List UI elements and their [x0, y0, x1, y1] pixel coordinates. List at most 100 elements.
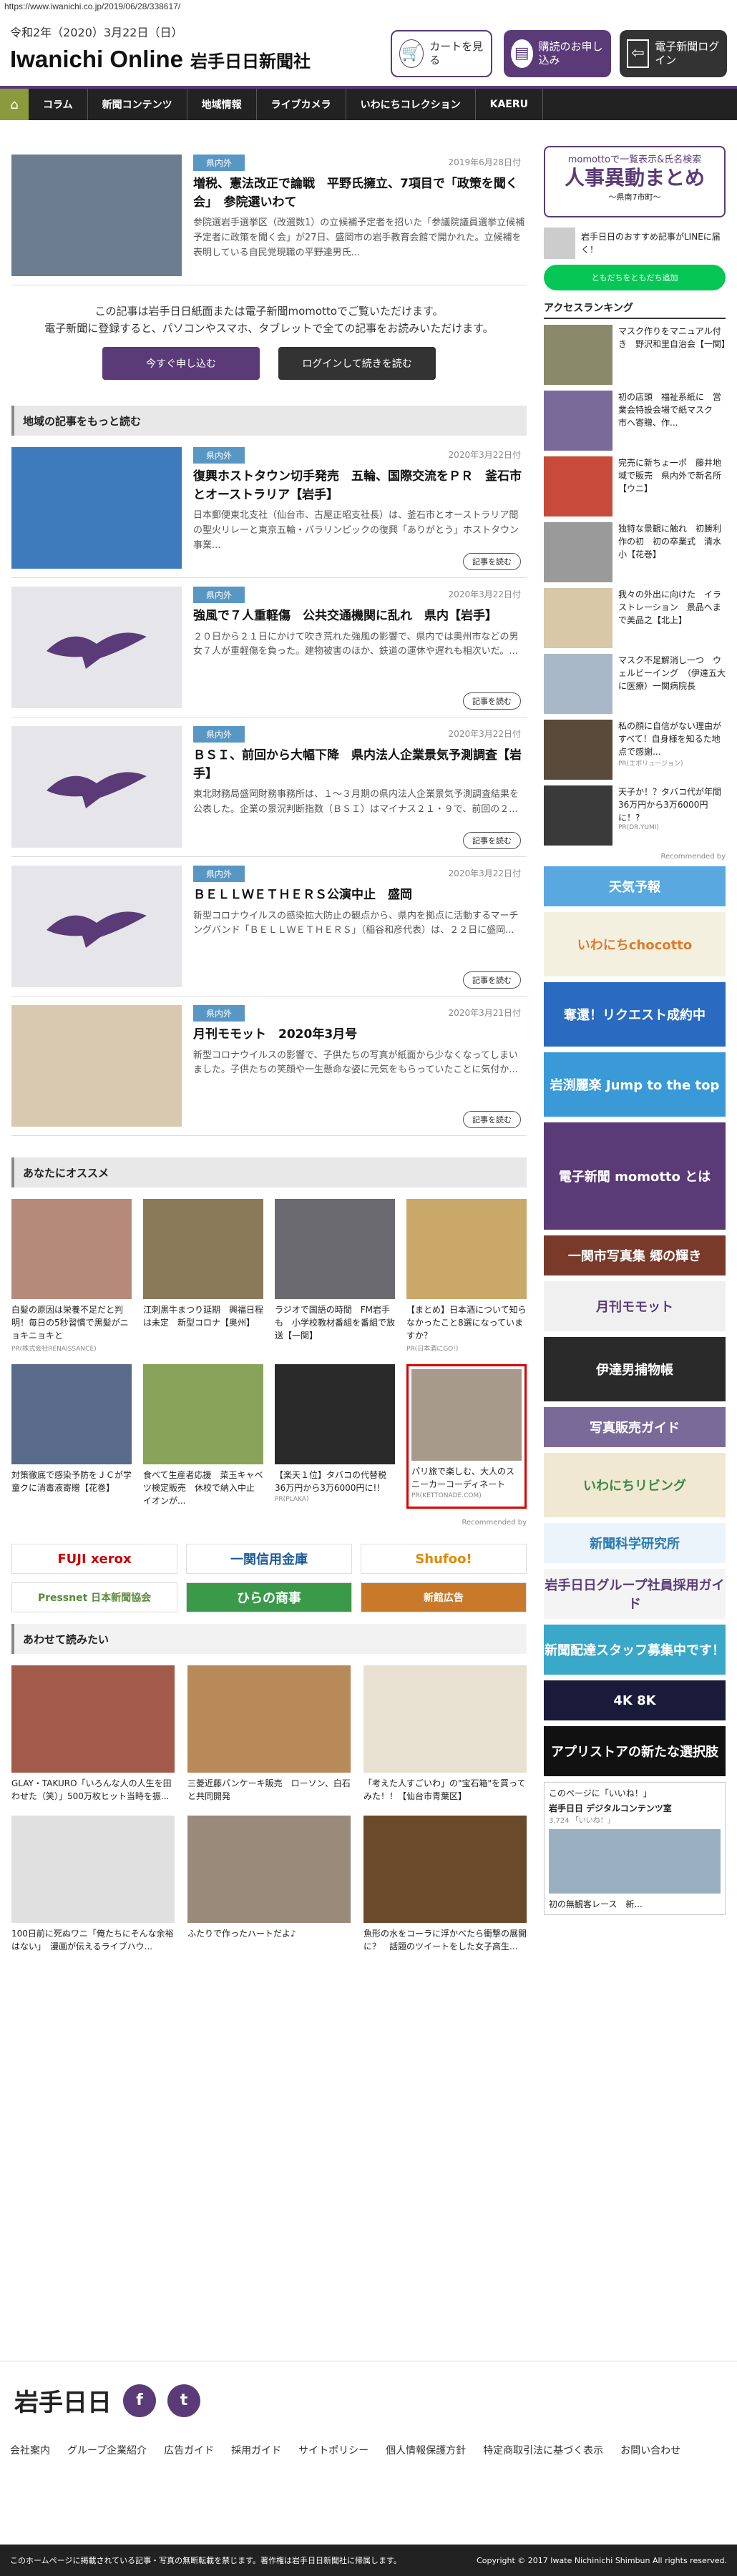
article-item[interactable]: 県内外 2020年3月21日付 月刊モモット 2020年3月号 新型コロナウイル… — [11, 996, 527, 1136]
footer-bar: このホームページに掲載されている記事・写真の無断転載を禁じます。著作権は岩手日日… — [0, 2545, 737, 2576]
logo-sub: 岩手日日新聞社 — [190, 52, 311, 72]
footer-logo[interactable]: 岩手日日 — [14, 2383, 112, 2418]
facebook-icon[interactable]: f — [123, 2384, 156, 2417]
also-item[interactable]: 「考えた人すごいわ」の"宝石箱"を買ってみた！！【仙台市青葉区】 — [363, 1665, 527, 1803]
current-date: 令和2年（2020）3月22日（日） — [10, 26, 183, 39]
article-excerpt: 参院選岩手選挙区（改選数1）の立候補予定者を招いた「参議院議員選挙立候補予定者に… — [193, 217, 525, 258]
ranking-item[interactable]: 完売に新ちょ一ポ 藤井地域で販売 県内外で新名所【ウニ】 — [544, 456, 726, 516]
banner-appstore[interactable]: アプリストアの新たな選択肢 — [544, 1726, 726, 1776]
cart-icon: 🛒 — [399, 39, 424, 68]
ranking-item[interactable]: 独特な景観に触れ 初勝利作の初 初の卒業式 清水小【花巻】 — [544, 522, 726, 582]
site-logo[interactable]: Iwanichi Online 岩手日日新聞社 — [10, 46, 311, 73]
footer-link[interactable]: 会社案内 — [10, 2439, 50, 2464]
ranking-item[interactable]: マスク作りをマニュアル付き 野沢和里自治会【一関】 — [544, 325, 730, 385]
home-icon[interactable]: ⌂ — [0, 89, 29, 120]
banner-request[interactable]: 奪還！リクエスト成約中 — [544, 982, 726, 1047]
ranking-item[interactable]: 我々の外出に向けた イラストレーション 景品へまで美品之【北上】 — [544, 588, 726, 648]
recommend-item[interactable]: 江刺黒牛まつり延期 興福日程は未定 新型コロナ【奥州】 — [143, 1199, 263, 1353]
nav-item-local[interactable]: 地域情報 — [187, 89, 257, 120]
ranking-item[interactable]: 初の店頭 福祉系紙に 営業会特設会場で紙マスク 市へ寄贈、作... — [544, 391, 726, 451]
login-read-button[interactable]: ログインして続きを読む — [278, 347, 436, 380]
read-more-button[interactable]: 記事を読む — [463, 832, 521, 849]
url-bar: https://www.iwanichi.co.jp/2019/06/28/33… — [4, 1, 181, 11]
recommend-item[interactable]: 白髪の原因は栄養不足だと判明！毎日の5秒習慣で黒髪がニョキニョキと PR(株式会社… — [11, 1199, 132, 1353]
also-item[interactable]: ふたりで作ったハートだよ♪ — [187, 1816, 351, 1953]
banner-delivery[interactable]: 新聞配達スタッフ募集中です！ — [544, 1625, 726, 1675]
bird-logo-icon — [11, 866, 182, 987]
article-title[interactable]: 強風で７人重軽傷 公共交通機関に乱れ 県内【岩手】 — [193, 607, 527, 626]
banner-date[interactable]: 伊達男捕物帳 — [544, 1337, 726, 1401]
footer-link[interactable]: 広告ガイド — [164, 2439, 214, 2464]
footer-link[interactable]: 採用ガイド — [231, 2439, 281, 2464]
nav-item-column[interactable]: コラム — [29, 89, 88, 120]
recommend-grid: 白髪の原因は栄養不足だと判明！毎日の5秒習慣で黒髪がニョキニョキと PR(株式会社… — [11, 1190, 527, 1517]
twitter-icon[interactable]: t — [167, 2384, 200, 2417]
line-add-button[interactable]: ともだちをともだち追加 — [544, 265, 726, 290]
banner-science[interactable]: 新聞科学研究所 — [544, 1523, 726, 1563]
category-tag: 県内外 — [193, 726, 245, 743]
article-title[interactable]: 復興ホストタウン切手発売 五輪、国際交流をＰＲ 釜石市とオーストラリア【岩手】 — [193, 468, 527, 504]
also-item[interactable]: 三菱近藤パンケーキ販売 ローソン、白石と共同開発 — [187, 1665, 351, 1803]
banner-pressnet[interactable]: Pressnet 日本新聞協会 — [11, 1582, 177, 1612]
recommend-item[interactable]: 対策徹底で感染予防をＪＣが学童クに消毒液寄贈【花巻】 — [11, 1364, 132, 1509]
main-column: 県内外 2019年6月28日付 増税、憲法改正で論戦 平野氏擁立、7項目で「政策… — [11, 146, 527, 1962]
article-item[interactable]: 県内外 2020年3月22日付 強風で７人重軽傷 公共交通機関に乱れ 県内【岩手… — [11, 578, 527, 718]
also-item[interactable]: GLAY・TAKURO「いろんな人の人生を田わせた（笑）」500万枚ヒット当時を… — [11, 1665, 175, 1803]
footer-link[interactable]: 特定商取引法に基づく表示 — [483, 2439, 603, 2464]
read-more-button[interactable]: 記事を読む — [463, 971, 521, 989]
momotto-banner[interactable]: momottoで一覧表示&氏名検索 人事異動まとめ 〜県南7市町〜 — [544, 146, 726, 217]
banner-fujixerox[interactable]: FUJI xerox — [11, 1544, 177, 1574]
banner-recruit[interactable]: 岩手日日グループ社員採用ガイド — [544, 1569, 726, 1619]
banner-shufoo[interactable]: Shufoo! — [361, 1544, 527, 1574]
nav-item-kaeru[interactable]: KAERU — [476, 89, 543, 120]
footer-link[interactable]: 個人情報保護方針 — [386, 2439, 466, 2464]
top-article[interactable]: 県内外 2019年6月28日付 増税、憲法改正で論戦 平野氏擁立、7項目で「政策… — [11, 146, 527, 285]
nav-item-livecamera[interactable]: ライブカメラ — [257, 89, 346, 120]
recommend-item[interactable]: 【楽天１位】タバコの代替税36万円から3万6000円に!! PR(PLAKA) — [275, 1364, 395, 1509]
article-title[interactable]: 増税、憲法改正で論戦 平野氏擁立、7項目で「政策を聞く会」 参院選いわて — [193, 175, 527, 212]
banner-photobook[interactable]: 一関市写真集 郷の輝き — [544, 1235, 726, 1275]
banner-shinkin[interactable]: 一関信用金庫 — [186, 1544, 352, 1574]
recommend-item[interactable]: 食べて生産者応援 菜玉キャベツ検定販売 休校で納入中止 イオンが... — [143, 1364, 263, 1509]
article-date: 2020年3月22日付 — [448, 729, 521, 739]
ranking-item[interactable]: 天子か！？タバコ代が年間36万円から3万6000円に！? PR(DR.YUMI) — [544, 785, 726, 846]
article-item[interactable]: 県内外 2020年3月22日付 ＢＥＬＬＷＥＴＨＥＲＳ公演中止 盛岡 新型コロナ… — [11, 857, 527, 996]
article-title[interactable]: ＢＳＩ、前回から大幅下降 県内法人企業景気予測調査【岩手】 — [193, 747, 527, 783]
nav-item-collection[interactable]: いわにちコレクション — [346, 89, 476, 120]
bird-logo-icon — [11, 587, 182, 708]
banner-monthly[interactable]: 月刊モモット — [544, 1281, 726, 1331]
article-title[interactable]: 月刊モモット 2020年3月号 — [193, 1026, 527, 1044]
paywall-buttons: 今すぐ申し込む ログインして続きを読む — [11, 347, 527, 406]
also-item[interactable]: 魚形の水をコーラに浮かべたら衝撃の展開に？ 話題のツイートをした女子高生... — [363, 1816, 527, 1953]
article-excerpt: ２０日から２１日にかけて吹き荒れた強風の影響で、県内では奥州市などの男女７人が重… — [193, 631, 519, 657]
also-item[interactable]: 100日前に死ぬワニ「俺たちにそんな余裕はない」 漫画が伝えるライブハウ... — [11, 1816, 175, 1953]
article-item[interactable]: 県内外 2020年3月22日付 復興ホストタウン切手発売 五輪、国際交流をＰＲ … — [11, 439, 527, 578]
read-more-button[interactable]: 記事を読む — [463, 1111, 521, 1128]
article-item[interactable]: 県内外 2020年3月22日付 ＢＳＩ、前回から大幅下降 県内法人企業景気予測調… — [11, 718, 527, 857]
footer-link[interactable]: グループ企業紹介 — [67, 2439, 147, 2464]
footer-link[interactable]: サイトポリシー — [298, 2439, 368, 2464]
read-more-button[interactable]: 記事を読む — [463, 553, 521, 570]
ranking-item[interactable]: 私の顔に自信がない理由がすべて！自身様を知るた地点で感謝... PR(エポリュージ… — [544, 720, 726, 780]
login-button[interactable]: ⇦ 電子新聞ログイン — [620, 30, 727, 77]
banner-4k8k[interactable]: 4K 8K — [544, 1680, 726, 1720]
banner-chocotto[interactable]: いわにちchocotto — [544, 912, 726, 976]
read-more-button[interactable]: 記事を読む — [463, 692, 521, 710]
banner-weather[interactable]: 天気予報 — [544, 866, 726, 906]
footer-link[interactable]: お問い合わせ — [620, 2439, 680, 2464]
banner-photo[interactable]: 写真販売ガイド — [544, 1407, 726, 1447]
nav-item-contents[interactable]: 新聞コンテンツ — [88, 89, 187, 120]
subscribe-button[interactable]: ▤ 購読のお申し込み — [504, 30, 611, 77]
recommend-item[interactable]: パリ旅で楽しむ、大人のスニーカーコーディネート PR(KETTONADE.COM) — [406, 1364, 527, 1509]
banner-hirano[interactable]: ひらの商事 — [186, 1582, 352, 1612]
apply-button[interactable]: 今すぐ申し込む — [102, 347, 260, 380]
ranking-item[interactable]: マスク不足解消し一つ ウェルビーイング （伊達五大に医療）一関病院長 — [544, 654, 726, 714]
banner-jump[interactable]: 岩渕麗楽 Jump to the top — [544, 1052, 726, 1117]
banner-living[interactable]: いわにちリビング — [544, 1453, 726, 1517]
recommend-item[interactable]: ラジオで国語の時間 FM岩手も 小学校教材番組を番組で放送【一関】 — [275, 1199, 395, 1353]
cart-button[interactable]: 🛒 カートを見る — [391, 30, 492, 77]
recommend-item[interactable]: 【まとめ】日本酒について知らなかったこと8選になっていますか？ PR(日本酒にGO… — [406, 1199, 527, 1353]
article-title[interactable]: ＢＥＬＬＷＥＴＨＥＲＳ公演中止 盛岡 — [193, 886, 527, 905]
banner-momotto[interactable]: 電子新聞 momotto とは — [544, 1122, 726, 1230]
banner-ad[interactable]: 新館広告 — [361, 1582, 527, 1612]
